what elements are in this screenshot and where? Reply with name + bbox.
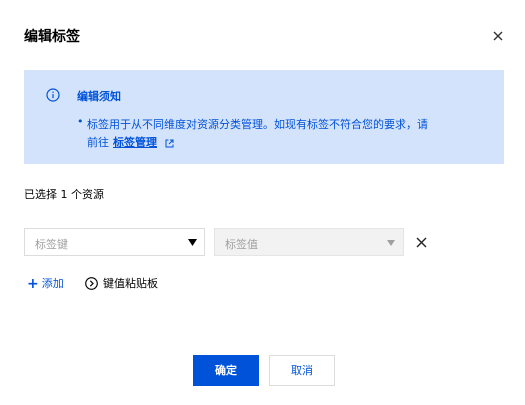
tag-key-placeholder: 标签键 [35,238,68,251]
bullet: • [77,115,84,128]
external-link-icon[interactable] [165,139,174,148]
selected-count: 已选择 1 个资源 [24,188,104,201]
notice-text-line2: 前往 标签管理 [87,134,174,150]
add-tag-label: 添加 [41,277,64,290]
notice-text: 标签用于从不同维度对资源分类管理。如现有标签不符合您的要求，请 [87,118,428,131]
caret-down-icon [188,239,197,246]
dialog-title: 编辑标签 [24,29,80,45]
caret-down-icon [387,240,395,246]
notice-title: 编辑须知 [77,90,121,103]
remove-row-icon[interactable] [416,237,427,248]
tag-management-link[interactable]: 标签管理 [113,136,157,149]
confirm-button[interactable]: 确定 [193,355,259,386]
add-tag-button[interactable]: + 添加 [27,275,64,292]
notice-link-prefix: 前往 [87,136,109,149]
tag-key-select[interactable]: 标签键 [24,228,205,256]
cancel-button[interactable]: 取消 [269,355,335,386]
chevron-circle-icon [85,277,98,290]
kv-clipboard-label: 键值粘贴板 [103,277,158,290]
kv-clipboard-button[interactable]: 键值粘贴板 [85,275,158,291]
notice-box: 编辑须知 • 标签用于从不同维度对资源分类管理。如现有标签不符合您的要求，请 前… [24,70,504,164]
plus-icon: + [27,276,39,292]
tag-value-placeholder: 标签值 [225,238,258,251]
close-icon[interactable] [490,28,506,44]
info-icon [46,88,60,102]
tag-value-select[interactable]: 标签值 [214,228,404,256]
